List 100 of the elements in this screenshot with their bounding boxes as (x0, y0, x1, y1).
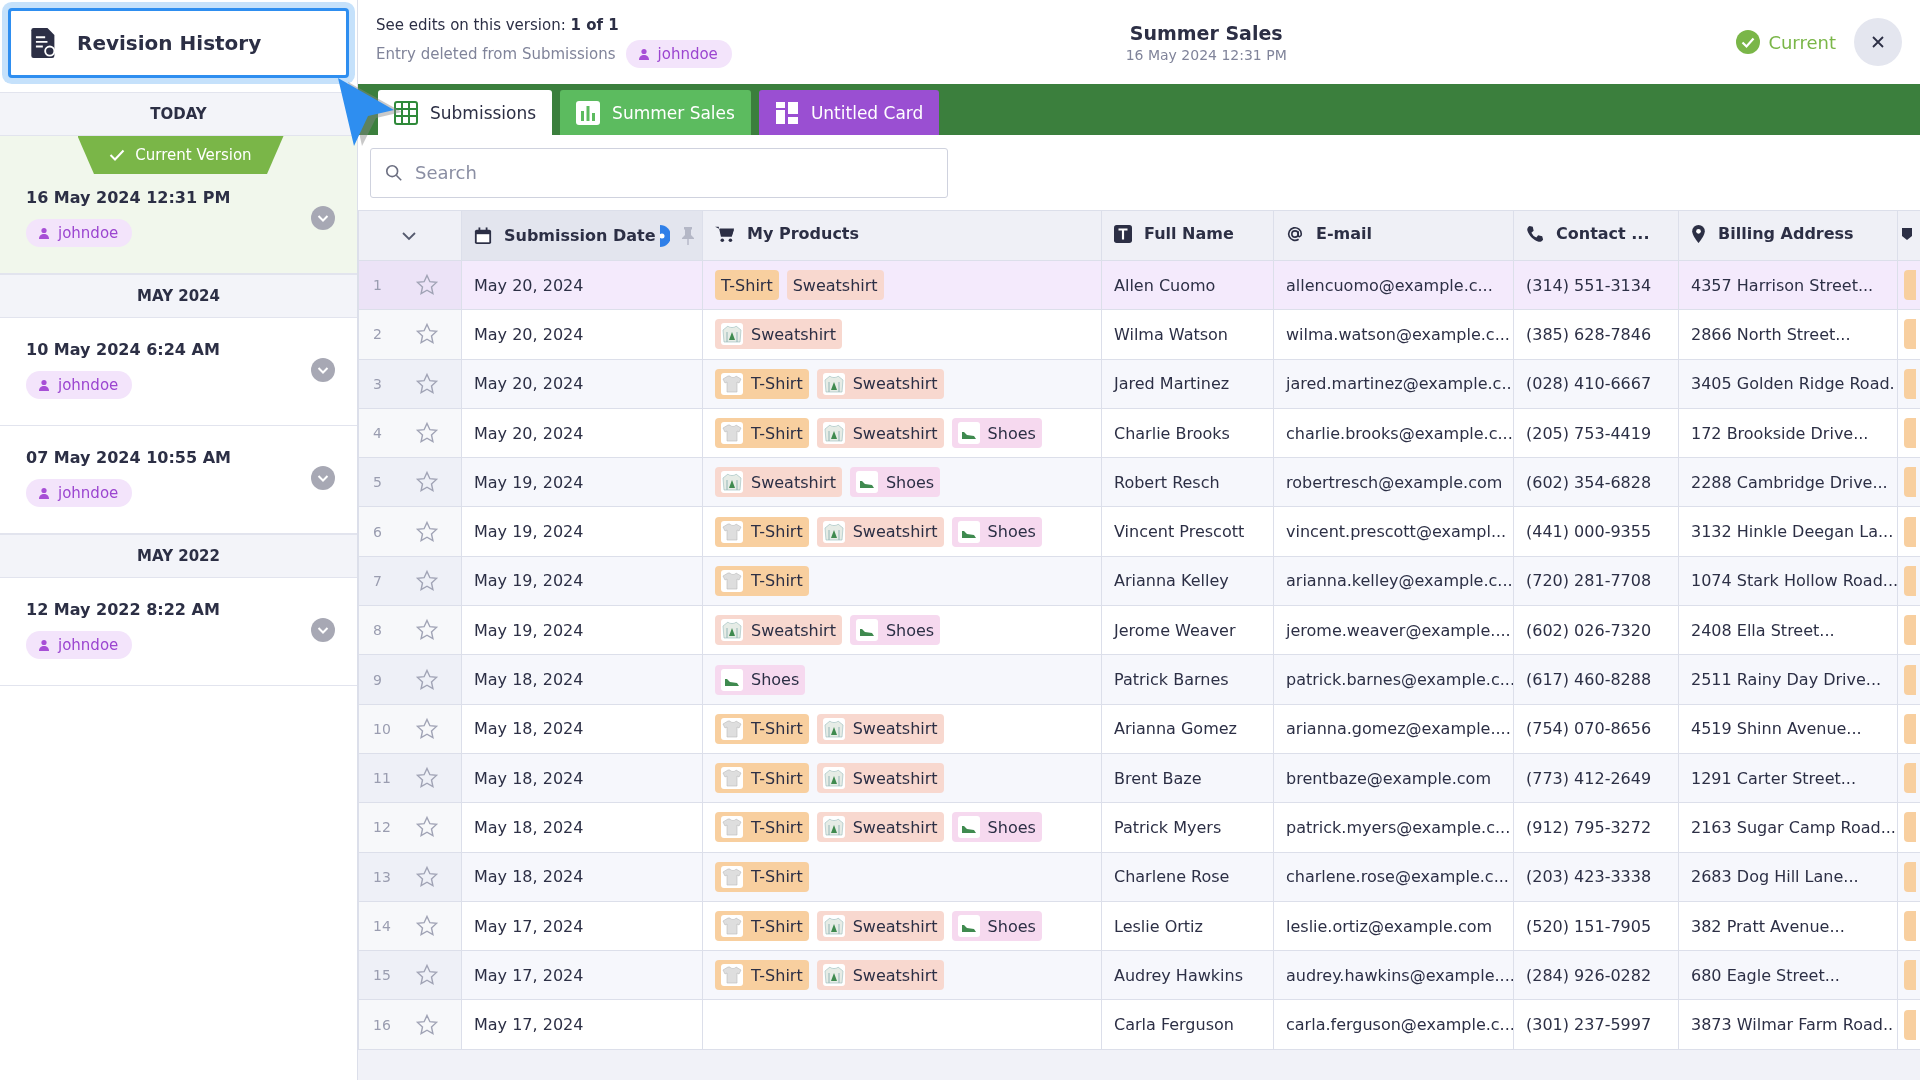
table-cell: May 18, 2024 (474, 719, 584, 739)
user-icon (637, 48, 650, 60)
product-tag: T-Shirt (715, 368, 809, 399)
row-number: 14 (373, 918, 392, 934)
expand-chevron-icon[interactable] (311, 357, 335, 382)
table-cell: arianna.kelley@example.c... (1286, 571, 1513, 591)
table-cell: Patrick Myers (1114, 817, 1222, 837)
revision-entry[interactable]: Current Version 16 May 2024 12:31 PM johndoe (0, 136, 357, 274)
tab[interactable]: Submissions (378, 90, 553, 135)
table-cell: May 17, 2024 (474, 916, 584, 936)
table-cell: robertresch@example.com (1286, 472, 1503, 492)
star-icon[interactable] (415, 716, 439, 741)
product-tag: Sweatshirt (816, 960, 944, 991)
table-cell: May 18, 2024 (474, 670, 584, 689)
table-cell: Brent Baze (1114, 768, 1202, 788)
table-cell: May 19, 2024 (474, 620, 584, 640)
search-field[interactable]: Search (370, 147, 948, 198)
table-cell: (028) 410-6667 (1526, 374, 1652, 394)
table-cell: May 18, 2024 (474, 817, 584, 837)
tag-chip (1904, 270, 1916, 301)
check-icon (109, 149, 126, 161)
table-cell: Charlie Brooks (1114, 423, 1230, 443)
collapse-chevron-icon[interactable] (401, 230, 417, 241)
table-cell: 4357 Harrison Street... (1691, 275, 1874, 295)
table-cell: (301) 237-5997 (1526, 1015, 1652, 1035)
table-cell: May 19, 2024 (474, 571, 584, 591)
at-sign-icon (1286, 224, 1304, 243)
tag-chip (1904, 861, 1916, 892)
table-cell: Vincent Prescott (1114, 522, 1245, 542)
expand-chevron-icon[interactable] (311, 205, 335, 230)
star-icon[interactable] (415, 371, 439, 396)
close-button[interactable] (1854, 18, 1902, 66)
sweatshirt-thumbnail-icon (822, 767, 845, 790)
table-cell: patrick.barnes@example.c... (1286, 670, 1513, 689)
star-icon[interactable] (415, 864, 439, 889)
table-cell: jared.martinez@example.c... (1286, 374, 1513, 394)
star-icon[interactable] (415, 618, 439, 643)
star-icon[interactable] (415, 766, 439, 791)
star-icon[interactable] (415, 815, 439, 840)
tag-chip (1904, 812, 1916, 843)
star-icon[interactable] (415, 273, 439, 298)
table-cell: (720) 281-7708 (1526, 571, 1652, 591)
star-icon[interactable] (415, 322, 439, 347)
table-cell: (205) 753-4419 (1526, 423, 1652, 443)
revision-time: 16 May 2024 12:31 PM (26, 188, 231, 207)
table-cell: 2288 Cambridge Drive... (1691, 472, 1888, 492)
tag-chip (1904, 911, 1916, 941)
shoe-thumbnail-icon (957, 422, 980, 445)
product-tag: Shoes (951, 911, 1042, 941)
shoe-thumbnail-icon (957, 816, 980, 839)
table-cell: Charlene Rose (1114, 867, 1230, 887)
star-icon[interactable] (415, 914, 439, 938)
table-cell: (203) 423-3338 (1526, 867, 1652, 887)
tag-chip (1904, 713, 1916, 744)
product-tag: Sweatshirt (816, 713, 944, 744)
product-tag: Shoes (951, 516, 1042, 547)
star-icon[interactable] (415, 470, 439, 495)
star-icon[interactable] (415, 963, 439, 988)
t-shirt-thumbnail-icon (721, 569, 743, 592)
table-cell: 2163 Sugar Camp Road... (1691, 817, 1896, 837)
user-chip: johndoe (26, 479, 133, 507)
product-tag: T-Shirt (715, 565, 809, 596)
expand-chevron-icon[interactable] (311, 617, 335, 642)
table-cell: vincent.prescott@exampl... (1286, 522, 1507, 542)
tag-chip (1904, 615, 1916, 646)
table-cell: Patrick Barnes (1114, 670, 1229, 689)
table-cell: Robert Resch (1114, 472, 1220, 492)
row-number: 4 (373, 425, 383, 442)
star-icon[interactable] (415, 1012, 439, 1037)
row-number: 1 (373, 277, 383, 294)
sweatshirt-thumbnail-icon (822, 717, 845, 740)
star-icon[interactable] (415, 421, 439, 446)
tab[interactable]: Untitled Card (758, 90, 940, 135)
t-shirt-thumbnail-icon (721, 422, 743, 445)
sweatshirt-thumbnail-icon (822, 520, 845, 543)
resize-handle-icon[interactable] (659, 224, 670, 247)
row-number: 5 (373, 474, 383, 491)
star-icon[interactable] (415, 568, 439, 593)
column-header[interactable]: E-mail (1286, 224, 1372, 244)
pin-icon[interactable] (681, 226, 694, 245)
column-header[interactable]: My Products (715, 224, 860, 244)
table-cell: (520) 151-7905 (1526, 916, 1652, 936)
table-cell: Leslie Ortiz (1114, 916, 1203, 936)
location-pin-icon (1691, 224, 1706, 243)
edits-count-text: See edits on this version: 1 of 1 (376, 16, 620, 34)
row-number: 2 (373, 326, 383, 343)
table-cell: jerome.weaver@example.... (1286, 620, 1511, 640)
t-shirt-thumbnail-icon (721, 717, 743, 740)
user-icon (38, 379, 50, 391)
sweatshirt-thumbnail-icon (822, 816, 845, 839)
table-cell: (314) 551-3134 (1526, 275, 1652, 295)
star-icon[interactable] (415, 667, 439, 692)
expand-chevron-icon[interactable] (311, 465, 335, 490)
form-title: Summer Sales (1128, 21, 1284, 44)
product-tag: Sweatshirt (816, 418, 944, 449)
close-icon (1871, 35, 1885, 49)
star-icon[interactable] (415, 519, 439, 544)
tag-chip (1904, 516, 1916, 547)
table-cell: 172 Brookside Drive... (1691, 423, 1869, 443)
table-cell: charlie.brooks@example.c... (1286, 423, 1513, 443)
